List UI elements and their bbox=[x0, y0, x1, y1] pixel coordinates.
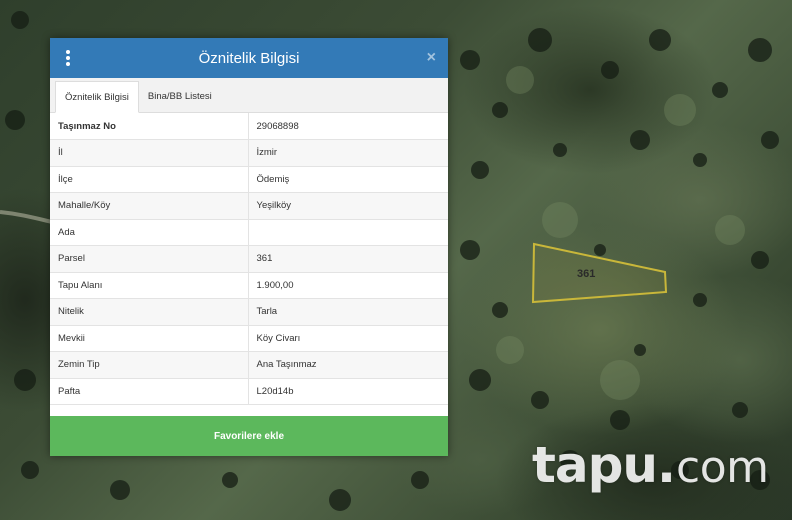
row-key: Zemin Tip bbox=[50, 351, 249, 379]
tab-building-list[interactable]: Bina/BB Listesi bbox=[139, 81, 221, 112]
row-value: İzmir bbox=[248, 139, 448, 167]
close-icon[interactable]: × bbox=[427, 48, 436, 68]
row-value: L20d14b bbox=[248, 378, 448, 405]
row-value: Köy Civarı bbox=[248, 325, 448, 352]
row-value bbox=[248, 219, 448, 246]
row-value: Tarla bbox=[248, 298, 448, 326]
row-key: Parsel bbox=[50, 245, 249, 273]
row-value: 29068898 bbox=[248, 113, 448, 140]
row-key: Pafta bbox=[50, 378, 249, 405]
row-key: Ada bbox=[50, 219, 249, 246]
table-row: İlçe Ödemiş bbox=[50, 166, 448, 193]
row-key: Mahalle/Köy bbox=[50, 192, 249, 220]
table-row: Zemin Tip Ana Taşınmaz bbox=[50, 351, 448, 379]
row-key: İl bbox=[50, 139, 249, 167]
dialog-tabs: Öznitelik Bilgisi Bina/BB Listesi bbox=[50, 78, 448, 113]
dialog-header: Öznitelik Bilgisi × bbox=[50, 38, 448, 78]
row-value: 361 bbox=[248, 245, 448, 273]
row-value: 1.900,00 bbox=[248, 272, 448, 299]
row-value: Yeşilköy bbox=[248, 192, 448, 220]
tapu-watermark-logo: tapu.com bbox=[532, 436, 769, 494]
row-key: Nitelik bbox=[50, 298, 249, 326]
row-key: İlçe bbox=[50, 166, 249, 193]
vertical-dots-menu-icon[interactable] bbox=[62, 48, 74, 68]
attribute-table: Taşınmaz No 29068898 İl İzmir İlçe Ödemi… bbox=[50, 113, 448, 405]
table-row: Pafta L20d14b bbox=[50, 378, 448, 405]
table-row: Tapu Alanı 1.900,00 bbox=[50, 272, 448, 299]
table-row: Taşınmaz No 29068898 bbox=[50, 113, 448, 140]
row-value: Ana Taşınmaz bbox=[248, 351, 448, 379]
add-to-favorites-button[interactable]: Favorilere ekle bbox=[50, 416, 448, 456]
watermark-tld: com bbox=[676, 442, 769, 493]
table-row: Mevkii Köy Civarı bbox=[50, 325, 448, 352]
table-row: Nitelik Tarla bbox=[50, 298, 448, 326]
table-row: Mahalle/Köy Yeşilköy bbox=[50, 192, 448, 220]
table-row: Ada bbox=[50, 219, 448, 246]
attribute-info-dialog: Öznitelik Bilgisi × Öznitelik Bilgisi Bi… bbox=[50, 38, 448, 456]
watermark-main: tapu bbox=[532, 436, 658, 494]
table-row: Parsel 361 bbox=[50, 245, 448, 273]
watermark-dot: . bbox=[657, 436, 677, 494]
row-key: Mevkii bbox=[50, 325, 249, 352]
row-key: Tapu Alanı bbox=[50, 272, 249, 299]
parcel-label: 361 bbox=[577, 268, 596, 280]
row-value: Ödemiş bbox=[248, 166, 448, 193]
dialog-title: Öznitelik Bilgisi bbox=[198, 49, 300, 67]
row-key: Taşınmaz No bbox=[50, 113, 249, 140]
tab-attribute-info[interactable]: Öznitelik Bilgisi bbox=[55, 81, 139, 113]
table-row: İl İzmir bbox=[50, 139, 448, 167]
